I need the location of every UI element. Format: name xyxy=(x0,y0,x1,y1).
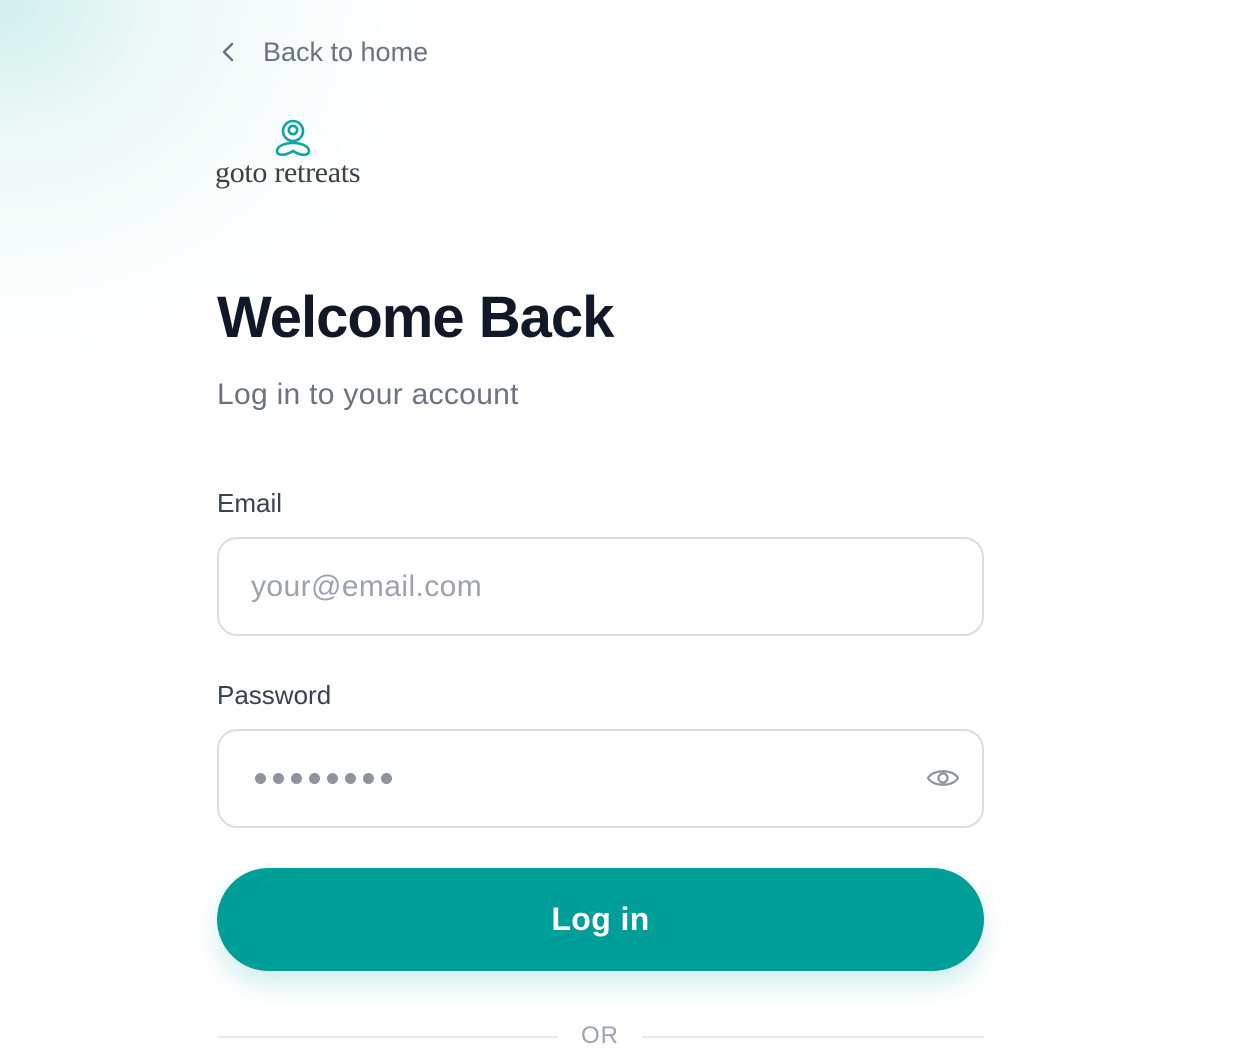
chevron-left-icon xyxy=(222,42,234,62)
password-masked-value xyxy=(255,767,392,789)
email-field-wrapper xyxy=(217,537,984,636)
divider-line-right xyxy=(642,1036,984,1038)
eye-icon[interactable] xyxy=(926,763,960,793)
password-dot xyxy=(345,772,356,784)
email-label: Email xyxy=(217,488,283,518)
email-input[interactable] xyxy=(251,539,911,634)
login-button[interactable]: Log in xyxy=(217,868,984,971)
brand-logo: goto retreats xyxy=(215,118,375,198)
meditation-logo-icon xyxy=(275,119,311,157)
password-dot xyxy=(327,772,338,784)
password-dot xyxy=(255,772,266,784)
back-link-label: Back to home xyxy=(263,36,429,67)
divider-line-left xyxy=(217,1036,558,1038)
brand-wordmark: goto retreats xyxy=(215,156,361,189)
page-title: Welcome Back xyxy=(217,285,614,350)
password-dot xyxy=(381,772,392,784)
password-dot xyxy=(309,772,320,784)
page-subtitle: Log in to your account xyxy=(217,378,519,411)
password-dot xyxy=(291,772,302,784)
or-divider: OR xyxy=(217,1020,984,1054)
password-field[interactable] xyxy=(217,729,984,828)
password-dot xyxy=(273,772,284,784)
password-label: Password xyxy=(217,680,332,710)
divider-label: OR xyxy=(581,1022,619,1049)
password-dot xyxy=(363,772,374,784)
back-to-home-link[interactable]: Back to home xyxy=(217,34,428,70)
login-panel: Back to home goto retreats Welcome Back … xyxy=(215,0,984,1060)
